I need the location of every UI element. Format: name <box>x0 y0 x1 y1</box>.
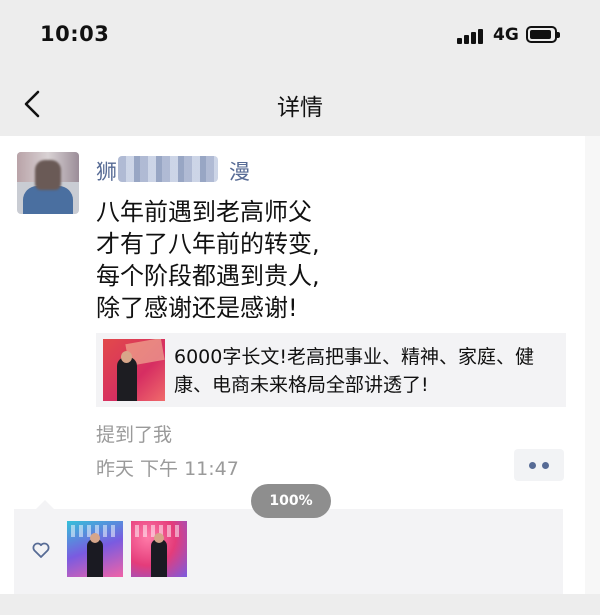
mention-label: 提到了我 <box>96 424 173 446</box>
battery-icon <box>526 26 560 43</box>
post-line: 每个阶段都遇到贵人, <box>96 262 320 290</box>
signal-icon <box>457 28 487 44</box>
avatar[interactable] <box>17 152 79 214</box>
post-text: 八年前遇到老高师父 才有了八年前的转变, 每个阶段都遇到贵人, 除了感谢还是感谢… <box>96 196 320 324</box>
heart-icon <box>31 540 51 560</box>
post-line: 除了感谢还是感谢! <box>96 294 298 322</box>
username-mosaic <box>118 156 218 182</box>
moment-detail: 狮 漫 八年前遇到老高师父 才有了八年前的转变, 每个阶段都遇到贵人, 除了感谢还… <box>0 136 585 594</box>
page-title: 详情 <box>277 95 323 121</box>
zoom-level-badge: 100% <box>251 484 331 518</box>
scrollbar[interactable] <box>585 136 600 594</box>
article-title: 6000字长文!老高把事业、精神、家庭、健康、电商未来格局全部讲透了! <box>174 346 534 396</box>
post-timestamp: 昨天 下午 11:47 <box>96 458 239 480</box>
post-line: 才有了八年前的转变, <box>96 230 320 258</box>
post-line: 八年前遇到老高师父 <box>96 198 312 226</box>
liker-avatar[interactable] <box>131 521 187 577</box>
more-dots-icon[interactable] <box>514 449 564 481</box>
network-label: 4G <box>493 25 519 45</box>
bottom-strip <box>0 594 600 615</box>
article-thumbnail <box>103 339 165 401</box>
username-visible: 狮 <box>96 160 117 184</box>
likes-section <box>14 500 563 594</box>
status-time: 10:03 <box>40 22 110 46</box>
liker-avatar[interactable] <box>67 521 123 577</box>
username-tail: 漫 <box>229 160 250 184</box>
nav-bar: 详情 <box>0 72 600 136</box>
status-bar: 10:03 4G <box>0 0 600 72</box>
shared-article-card[interactable]: 6000字长文!老高把事业、精神、家庭、健康、电商未来格局全部讲透了! <box>96 333 566 407</box>
